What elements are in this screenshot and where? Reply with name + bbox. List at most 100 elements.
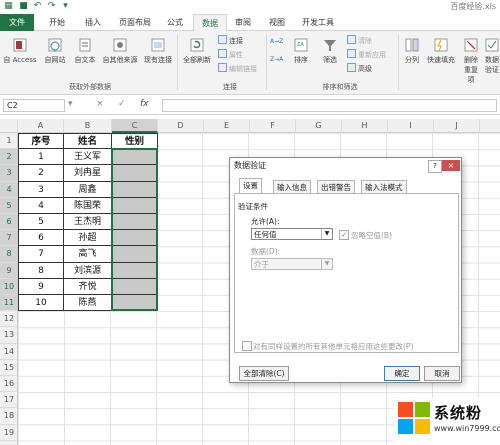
ok-button[interactable]: 确定 [384, 366, 420, 381]
table-cell[interactable]: 陈燕 [64, 295, 112, 312]
row-header[interactable]: 3 [0, 165, 18, 182]
advanced-command[interactable]: 高级 [347, 63, 372, 73]
reapply-command[interactable]: 重新应用 [347, 49, 386, 59]
from-web-button[interactable]: 自网站 [40, 37, 70, 65]
table-cell[interactable]: 孙超 [64, 230, 112, 247]
column-header[interactable]: A [18, 119, 64, 133]
row-header[interactable]: 14 [0, 344, 18, 360]
table-cell[interactable]: 2 [18, 165, 64, 182]
row-header[interactable]: 4 [0, 181, 18, 198]
table-header-cell[interactable]: 姓名 [64, 133, 112, 150]
table-header-cell[interactable]: 性别 [112, 133, 158, 150]
row-header[interactable]: 11 [0, 295, 18, 312]
from-text-button[interactable]: 自文本 [70, 37, 100, 65]
save-icon[interactable]: ■ [18, 1, 29, 12]
column-header[interactable]: D [158, 119, 204, 133]
tab-review[interactable]: 审阅 [228, 14, 258, 31]
tab-insert[interactable]: 插入 [76, 14, 110, 31]
clear-all-button[interactable]: 全部清除(C) [239, 366, 289, 381]
row-header[interactable]: 2 [0, 149, 18, 166]
row-header[interactable]: 1 [0, 133, 18, 150]
help-icon[interactable]: ? [428, 160, 442, 173]
quick-access-more-icon[interactable]: ▾ [60, 1, 71, 12]
table-cell[interactable]: 5 [18, 214, 64, 231]
table-cell[interactable]: 刘滨源 [64, 262, 112, 279]
column-header[interactable]: B [64, 119, 112, 133]
connections-command[interactable]: 连接 [218, 35, 243, 45]
column-header[interactable]: I [388, 119, 434, 133]
table-cell[interactable]: 王义军 [64, 149, 112, 166]
table-cell[interactable]: 7 [18, 246, 64, 263]
insert-function-icon[interactable]: fx [140, 99, 149, 109]
edit-links-command[interactable]: 编辑链接 [218, 63, 257, 73]
table-cell[interactable]: 周鑫 [64, 181, 112, 198]
table-cell[interactable]: 王杰明 [64, 214, 112, 231]
undo-icon[interactable]: ↶ [32, 1, 43, 12]
column-header[interactable]: F [250, 119, 296, 133]
filter-button[interactable]: 筛选 [318, 37, 342, 65]
table-cell[interactable]: 10 [18, 295, 64, 312]
row-header[interactable]: 17 [0, 392, 18, 409]
properties-command[interactable]: 属性 [218, 49, 243, 59]
sort-descending-button[interactable]: Z→A [270, 55, 283, 65]
column-header[interactable]: E [204, 119, 250, 133]
existing-connections-button[interactable]: 现有连接 [142, 37, 174, 65]
row-header[interactable]: 10 [0, 278, 18, 295]
column-header[interactable]: G [296, 119, 342, 133]
sort-button[interactable]: ZA 排序 [290, 37, 312, 65]
redo-icon[interactable]: ↷ [46, 1, 57, 12]
table-cell[interactable]: 1 [18, 149, 64, 166]
from-other-sources-button[interactable]: 自其他来源 [100, 37, 140, 65]
row-header[interactable]: 7 [0, 230, 18, 247]
row-header[interactable]: 6 [0, 214, 18, 231]
cancel-entry-icon[interactable]: × [96, 99, 104, 109]
remove-duplicates-button[interactable]: 删除重复项 [461, 37, 481, 85]
close-icon[interactable]: × [442, 160, 460, 171]
table-cell[interactable]: 刘冉星 [64, 165, 112, 182]
text-to-columns-button[interactable]: 分列 [402, 37, 422, 65]
flash-fill-button[interactable]: 快速填充 [424, 37, 458, 65]
table-header-cell[interactable]: 序号 [18, 133, 64, 150]
cancel-button[interactable]: 取消 [424, 366, 460, 381]
apply-to-all-checkbox[interactable] [242, 341, 252, 351]
row-header[interactable]: 16 [0, 376, 18, 393]
row-header[interactable]: 18 [0, 408, 18, 425]
table-cell[interactable]: 高飞 [64, 246, 112, 263]
tab-home[interactable]: 开始 [40, 14, 74, 31]
name-box-dropdown-icon[interactable]: ▾ [68, 99, 73, 109]
row-header[interactable]: 8 [0, 246, 18, 263]
row-header[interactable]: 19 [0, 425, 18, 441]
row-header[interactable]: 9 [0, 262, 18, 279]
tab-developer[interactable]: 开发工具 [296, 14, 340, 31]
allow-select[interactable]: 任何值 ▼ [251, 228, 333, 240]
table-cell[interactable]: 8 [18, 262, 64, 279]
table-cell[interactable]: 齐悦 [64, 278, 112, 295]
table-cell[interactable]: 9 [18, 278, 64, 295]
row-header[interactable]: 13 [0, 327, 18, 344]
table-cell[interactable]: 3 [18, 181, 64, 198]
tab-view[interactable]: 视图 [262, 14, 292, 31]
confirm-entry-icon[interactable]: ✓ [118, 99, 126, 109]
row-header[interactable]: 12 [0, 311, 18, 328]
select-all-corner[interactable] [0, 119, 18, 133]
tab-page-layout[interactable]: 页面布局 [112, 14, 158, 31]
table-cell[interactable]: 4 [18, 197, 64, 214]
formula-input[interactable] [162, 99, 497, 112]
clear-command[interactable]: 清除 [347, 35, 372, 45]
data-select[interactable]: 介于 ▼ [251, 258, 333, 270]
tab-file[interactable]: 文件 [0, 14, 34, 31]
data-validation-button[interactable]: 数据验证 [484, 37, 500, 75]
column-header[interactable]: H [342, 119, 388, 133]
sort-ascending-button[interactable]: A→Z [270, 37, 283, 47]
name-box[interactable]: C2 [3, 99, 65, 112]
row-header[interactable]: 5 [0, 197, 18, 214]
table-cell[interactable]: 6 [18, 230, 64, 247]
tab-formulas[interactable]: 公式 [160, 14, 190, 31]
refresh-all-button[interactable]: 全部刷新 [180, 37, 214, 65]
ignore-blank-checkbox[interactable]: ✓ [339, 230, 349, 240]
column-header-selected[interactable]: C [112, 119, 158, 133]
column-header[interactable]: J [434, 119, 480, 133]
row-header[interactable]: 15 [0, 360, 18, 376]
tab-data[interactable]: 数据 [193, 14, 227, 32]
table-cell[interactable]: 陈国荣 [64, 197, 112, 214]
